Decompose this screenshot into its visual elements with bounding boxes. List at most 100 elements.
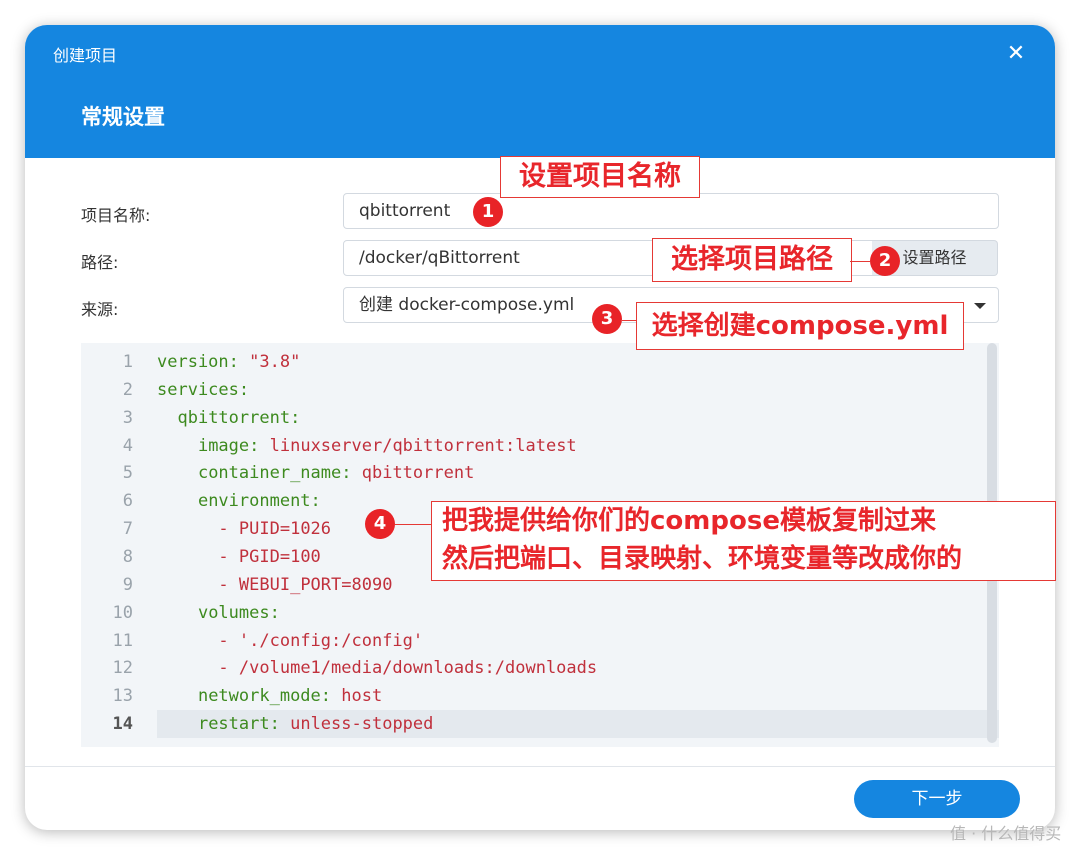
annotation-4-badge: 4: [365, 509, 395, 539]
annotation-4-label: 把我提供给你们的compose模板复制过来 然后把端口、目录映射、环境变量等改成…: [431, 501, 1056, 581]
yaml-separator: :: [310, 491, 321, 512]
chevron-down-icon: [974, 303, 986, 309]
code-line: - /volume1/media/downloads:/downloads: [157, 654, 597, 682]
yaml-key: volumes: [197, 602, 270, 623]
yaml-separator: :: [290, 407, 301, 428]
yaml-key: version: [157, 352, 229, 372]
line-number: 2: [122, 379, 133, 400]
yaml-value: "3.8": [249, 352, 301, 372]
yaml-list-dash: -: [218, 658, 239, 679]
yaml-key: qbittorrent: [177, 407, 291, 428]
code-line: version: "3.8": [157, 348, 300, 376]
code-line: image: linuxserver/qbittorrent:latest: [157, 432, 577, 460]
code-line: - WEBUI_PORT=8090: [157, 571, 392, 599]
yaml-key: container_name: [197, 463, 342, 484]
yaml-separator: :: [228, 352, 250, 372]
line-number: 6: [122, 491, 133, 512]
annotation-4-line1: 把我提供给你们的compose模板复制过来: [442, 506, 936, 536]
annotation-3-badge: 3: [592, 304, 622, 334]
dialog-title: 创建项目: [53, 46, 118, 65]
yaml-separator: :: [238, 379, 250, 400]
code-line: - PGID=100: [157, 543, 321, 571]
path-label: 路径:: [81, 253, 119, 272]
yaml-value: WEBUI_PORT=8090: [238, 574, 393, 595]
line-number: 8: [122, 546, 133, 567]
source-label: 来源:: [81, 300, 119, 319]
line-number: 13: [112, 686, 133, 707]
yaml-separator: :: [341, 463, 362, 484]
close-icon[interactable]: ✕: [1003, 41, 1029, 67]
code-line: qbittorrent:: [157, 404, 300, 432]
annotation-2-label: 选择项目路径: [652, 238, 852, 282]
line-number: 10: [112, 602, 133, 623]
line-number: 7: [122, 519, 133, 540]
annotation-4-line2: 然后把端口、目录映射、环境变量等改成你的: [442, 544, 963, 574]
yaml-value: qbittorrent: [361, 463, 475, 484]
annotation-1-label: 设置项目名称: [500, 156, 700, 198]
line-number: 3: [122, 407, 133, 428]
line-number: 11: [112, 630, 133, 651]
code-line: - PUID=1026: [157, 515, 331, 543]
project-name-input[interactable]: qbittorrent: [343, 193, 999, 229]
create-project-dialog: 创建项目 ✕ 常规设置 项目名称: qbittorrent 路径: /docke…: [25, 25, 1055, 830]
yaml-key: network_mode: [197, 686, 321, 707]
project-name-value: qbittorrent: [359, 201, 451, 221]
yaml-value: host: [341, 686, 383, 707]
yaml-separator: :: [249, 435, 270, 456]
yaml-separator: :: [269, 602, 280, 623]
section-title: 常规设置: [81, 105, 165, 129]
source-value: 创建 docker-compose.yml: [359, 295, 575, 315]
yaml-key: services: [157, 379, 239, 400]
dialog-header: 创建项目 ✕ 常规设置: [25, 25, 1055, 158]
path-value: /docker/qBittorrent: [359, 248, 520, 268]
next-step-button[interactable]: 下一步: [854, 780, 1020, 818]
footer-divider: [25, 766, 1055, 767]
yaml-value: './config:/config': [238, 630, 424, 651]
code-line: container_name: qbittorrent: [157, 459, 474, 487]
yaml-list-dash: -: [218, 519, 239, 540]
yaml-list-dash: -: [218, 630, 239, 651]
line-number: 9: [122, 574, 133, 595]
annotation-2-connector: [850, 261, 870, 262]
code-line: network_mode: host: [157, 682, 382, 710]
line-number: 1: [122, 352, 133, 372]
code-line: services:: [157, 376, 249, 404]
yaml-value: linuxserver/qbittorrent:latest: [269, 435, 577, 456]
annotation-4-connector: [395, 524, 431, 525]
code-line: environment:: [157, 487, 321, 515]
code-line: restart: unless-stopped: [157, 710, 433, 738]
line-number: 14: [112, 714, 133, 735]
annotation-2-badge: 2: [870, 246, 900, 276]
annotation-3-label: 选择创建compose.yml: [636, 302, 964, 350]
yaml-value: PGID=100: [238, 546, 321, 567]
project-name-label: 项目名称:: [81, 206, 151, 225]
yaml-list-dash: -: [218, 546, 239, 567]
yaml-separator: :: [320, 686, 342, 707]
yaml-separator: :: [269, 714, 291, 735]
line-number: 12: [112, 658, 133, 679]
line-number: 5: [122, 463, 133, 484]
yaml-list-dash: -: [218, 574, 239, 595]
yaml-value: PUID=1026: [238, 519, 332, 540]
yaml-key: restart: [197, 714, 270, 735]
code-line: - './config:/config': [157, 627, 423, 655]
yaml-key: environment: [197, 491, 311, 512]
watermark: 值 · 什么值得买: [950, 824, 1062, 843]
code-line: volumes:: [157, 599, 280, 627]
annotation-3-connector: [622, 320, 636, 321]
line-number: 4: [122, 435, 133, 456]
yaml-value: unless-stopped: [290, 714, 434, 735]
yaml-key: image: [197, 435, 250, 456]
